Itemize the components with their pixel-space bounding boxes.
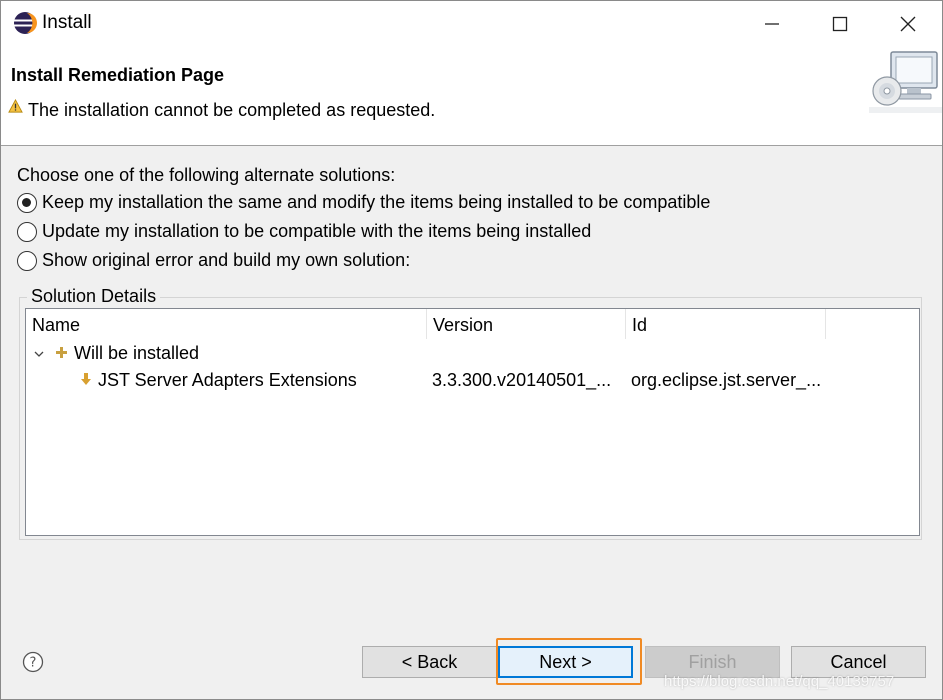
option-label: Keep my installation the same and modify… [42, 192, 711, 212]
window-title: Install [42, 12, 92, 33]
option-label: Show original error and build my own sol… [42, 250, 411, 270]
options-prompt: Choose one of the following alternate so… [17, 165, 396, 185]
warning-icon [8, 99, 23, 113]
install-arrow-icon [81, 373, 91, 385]
minimize-icon [765, 22, 779, 25]
watermark-text: https://blog.csdn.net/qq_40139757 [664, 673, 895, 690]
option-label: Update my installation to be compatible … [42, 221, 592, 241]
help-icon[interactable]: ? [22, 651, 44, 673]
install-wizard-image [869, 51, 942, 113]
title-bar: Install [1, 1, 942, 46]
annotation-highlight-box [496, 638, 642, 685]
back-button[interactable]: < Back [362, 646, 497, 678]
option-show-original-error[interactable]: Show original error and build my own sol… [17, 250, 410, 271]
column-header-id[interactable]: Id [626, 309, 826, 339]
close-icon [900, 16, 916, 31]
radio-button-selected[interactable] [17, 192, 37, 213]
banner-message: The installation cannot be completed as … [28, 100, 436, 120]
close-button[interactable] [874, 1, 942, 46]
plus-icon [56, 347, 67, 358]
svg-text:?: ? [30, 656, 37, 671]
column-header-name[interactable]: Name [26, 309, 427, 339]
column-header-version[interactable]: Version [427, 309, 626, 339]
install-dialog: Install Install Remediation Page The ins… [0, 0, 943, 700]
group-label: Solution Details [27, 286, 161, 307]
tree-row-will-be-installed[interactable]: Will be installed [74, 343, 199, 364]
tree-row-id: org.eclipse.jst.server_... [631, 370, 822, 390]
eclipse-icon [14, 12, 37, 34]
option-update-installation[interactable]: Update my installation to be compatible … [17, 221, 591, 242]
radio-button[interactable] [17, 221, 37, 242]
chevron-down-icon[interactable] [34, 349, 44, 359]
minimize-button[interactable] [738, 1, 806, 46]
page-title: Install Remediation Page [11, 65, 225, 85]
radio-button[interactable] [17, 250, 37, 271]
option-keep-installation[interactable]: Keep my installation the same and modify… [17, 192, 710, 213]
tree-row-version: 3.3.300.v20140501_... [432, 370, 612, 390]
solution-details-tree[interactable]: Name Version Id Will be installed JST Se… [25, 308, 920, 536]
maximize-icon [832, 16, 848, 31]
maximize-button[interactable] [806, 1, 874, 46]
wizard-banner: Install Remediation Page The installatio… [1, 46, 942, 146]
tree-row-name[interactable]: JST Server Adapters Extensions [98, 370, 357, 391]
